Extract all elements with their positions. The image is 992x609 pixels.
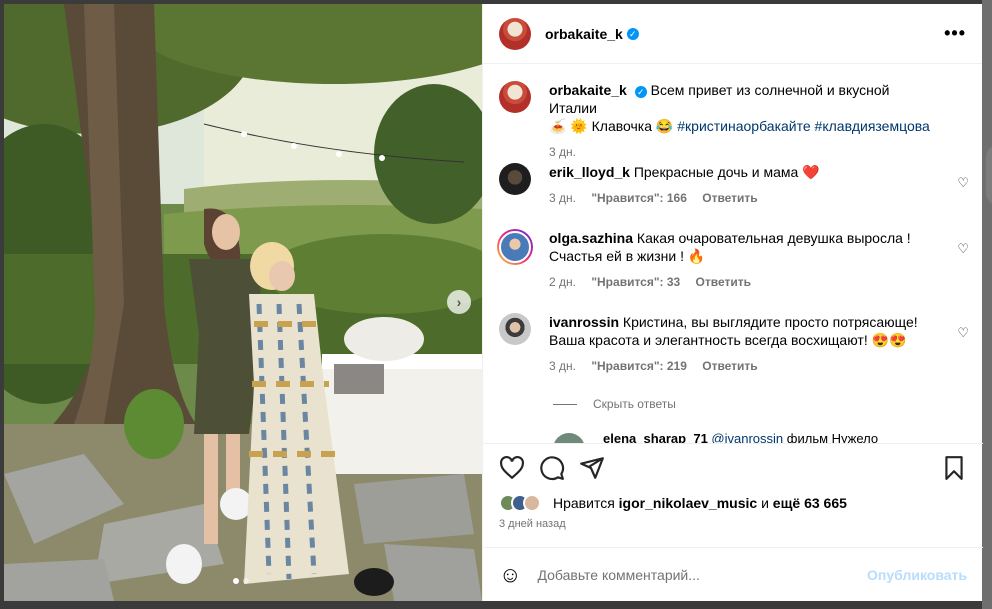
post-header: orbakaite_k ✓ ••• — [483, 4, 982, 64]
caption-avatar[interactable] — [499, 81, 531, 113]
heart-icon[interactable] — [499, 455, 525, 481]
commenter-avatar — [499, 231, 531, 263]
carousel-indicator — [233, 578, 249, 584]
background-nav-nub — [986, 145, 992, 205]
comment-like-heart-icon[interactable]: ♡ — [957, 325, 969, 341]
likes-summary[interactable]: Нравится igor_nikolaev_music и ещё 63 66… — [483, 484, 983, 512]
likers-avatars — [499, 494, 541, 512]
reply-button[interactable]: Ответить — [702, 359, 757, 373]
bookmark-icon[interactable] — [941, 455, 967, 481]
verified-badge-icon: ✓ — [626, 27, 639, 40]
comment-username[interactable]: ivanrossin — [549, 314, 619, 330]
comment-username[interactable]: olga.sazhina — [549, 230, 633, 246]
comment-time[interactable]: 3 дн. — [549, 359, 576, 373]
reply-button[interactable]: Ответить — [696, 275, 751, 289]
likes-middle: и — [761, 495, 769, 511]
comment-likes[interactable]: "Нравится": 219 — [591, 359, 687, 373]
liker-avatar — [523, 494, 541, 512]
comment-text: Прекрасные дочь и мама ❤️ — [633, 164, 820, 180]
author-avatar[interactable] — [499, 17, 531, 50]
comment-item: ivanrossin Кристина, вы выглядите просто… — [499, 313, 969, 375]
comment-like-heart-icon[interactable]: ♡ — [957, 241, 969, 257]
caption: orbakaite_k ✓ Всем привет из солнечной и… — [499, 81, 969, 161]
more-options-icon[interactable]: ••• — [944, 23, 966, 44]
comment-text-line2: Счастья ей в жизни ! 🔥 — [549, 248, 706, 264]
hide-replies-label: Скрыть ответы — [593, 397, 676, 411]
likes-user[interactable]: igor_nikolaev_music — [619, 495, 758, 511]
comment-item: olga.sazhina Какая очаровательная девушк… — [497, 229, 969, 291]
post-modal: › orbakaite_k ✓ ••• orbakaite_k ✓ Всем п… — [4, 4, 983, 601]
caption-hashtags[interactable]: #кристинаорбакайте #клавдияземцова — [677, 118, 930, 134]
commenter-avatar[interactable] — [499, 313, 531, 345]
comment-time[interactable]: 3 дн. — [549, 191, 576, 205]
caption-username[interactable]: orbakaite_k — [549, 82, 627, 98]
photo-illustration — [4, 4, 482, 601]
background-feed-edge — [982, 0, 992, 609]
carousel-dot-active — [233, 578, 239, 584]
comment-text-line2: Ваша красота и элегантность всегда восхи… — [549, 332, 907, 348]
comment-like-heart-icon[interactable]: ♡ — [957, 175, 969, 191]
comment-time[interactable]: 2 дн. — [549, 275, 576, 289]
caption-time[interactable]: 3 дн. — [549, 145, 576, 159]
reply-username[interactable]: elena_sharap_71 — [603, 431, 708, 443]
likes-prefix: Нравится — [553, 495, 615, 511]
commenter-avatar[interactable] — [499, 163, 531, 195]
comment-input[interactable] — [537, 566, 858, 583]
comment-item: erik_lloyd_k Прекрасные дочь и мама ❤️ 3… — [499, 163, 969, 207]
comment-text: Кристина, вы выглядите просто потрясающе… — [622, 314, 918, 330]
comment-likes[interactable]: "Нравится": 33 — [591, 275, 680, 289]
comment-composer: ☺ Опубликовать — [483, 547, 983, 601]
carousel-next-button[interactable]: › — [447, 290, 471, 314]
comment-text: Какая очаровательная девушка выросла ! — [636, 230, 911, 246]
post-date[interactable]: 3 дней назад — [483, 512, 983, 530]
post-panel: orbakaite_k ✓ ••• orbakaite_k ✓ Всем при… — [482, 4, 983, 601]
carousel-dot — [243, 578, 249, 584]
likes-count[interactable]: ещё 63 665 — [773, 495, 847, 511]
post-photo[interactable]: › — [4, 4, 482, 601]
post-actions: Нравится igor_nikolaev_music и ещё 63 66… — [483, 443, 983, 547]
publish-button[interactable]: Опубликовать — [867, 567, 967, 583]
reply-button[interactable]: Ответить — [702, 191, 757, 205]
reply-text: фильм Нужело — [786, 431, 879, 443]
verified-badge-icon: ✓ — [634, 86, 647, 98]
reply-avatar[interactable] — [553, 433, 585, 443]
caption-text-line2: 🍝 🌞 Клавочка 😂 — [549, 118, 674, 134]
comment-likes[interactable]: "Нравится": 166 — [591, 191, 687, 205]
commenter-avatar-story-ring[interactable] — [497, 229, 533, 265]
comment-icon[interactable] — [539, 455, 565, 481]
reply-item: elena_sharap_71 @ivanrossin фильм Нужело — [553, 431, 879, 443]
reply-mention[interactable]: @ivanrossin — [711, 431, 783, 443]
emoji-icon[interactable]: ☺ — [499, 562, 521, 588]
comment-username[interactable]: erik_lloyd_k — [549, 164, 630, 180]
author-username[interactable]: orbakaite_k — [545, 26, 623, 42]
hide-replies-button[interactable]: Скрыть ответы — [553, 397, 676, 411]
chevron-right-icon: › — [456, 294, 462, 310]
divider — [553, 403, 577, 405]
comments-list[interactable]: orbakaite_k ✓ Всем привет из солнечной и… — [483, 65, 983, 443]
share-icon[interactable] — [579, 455, 605, 481]
